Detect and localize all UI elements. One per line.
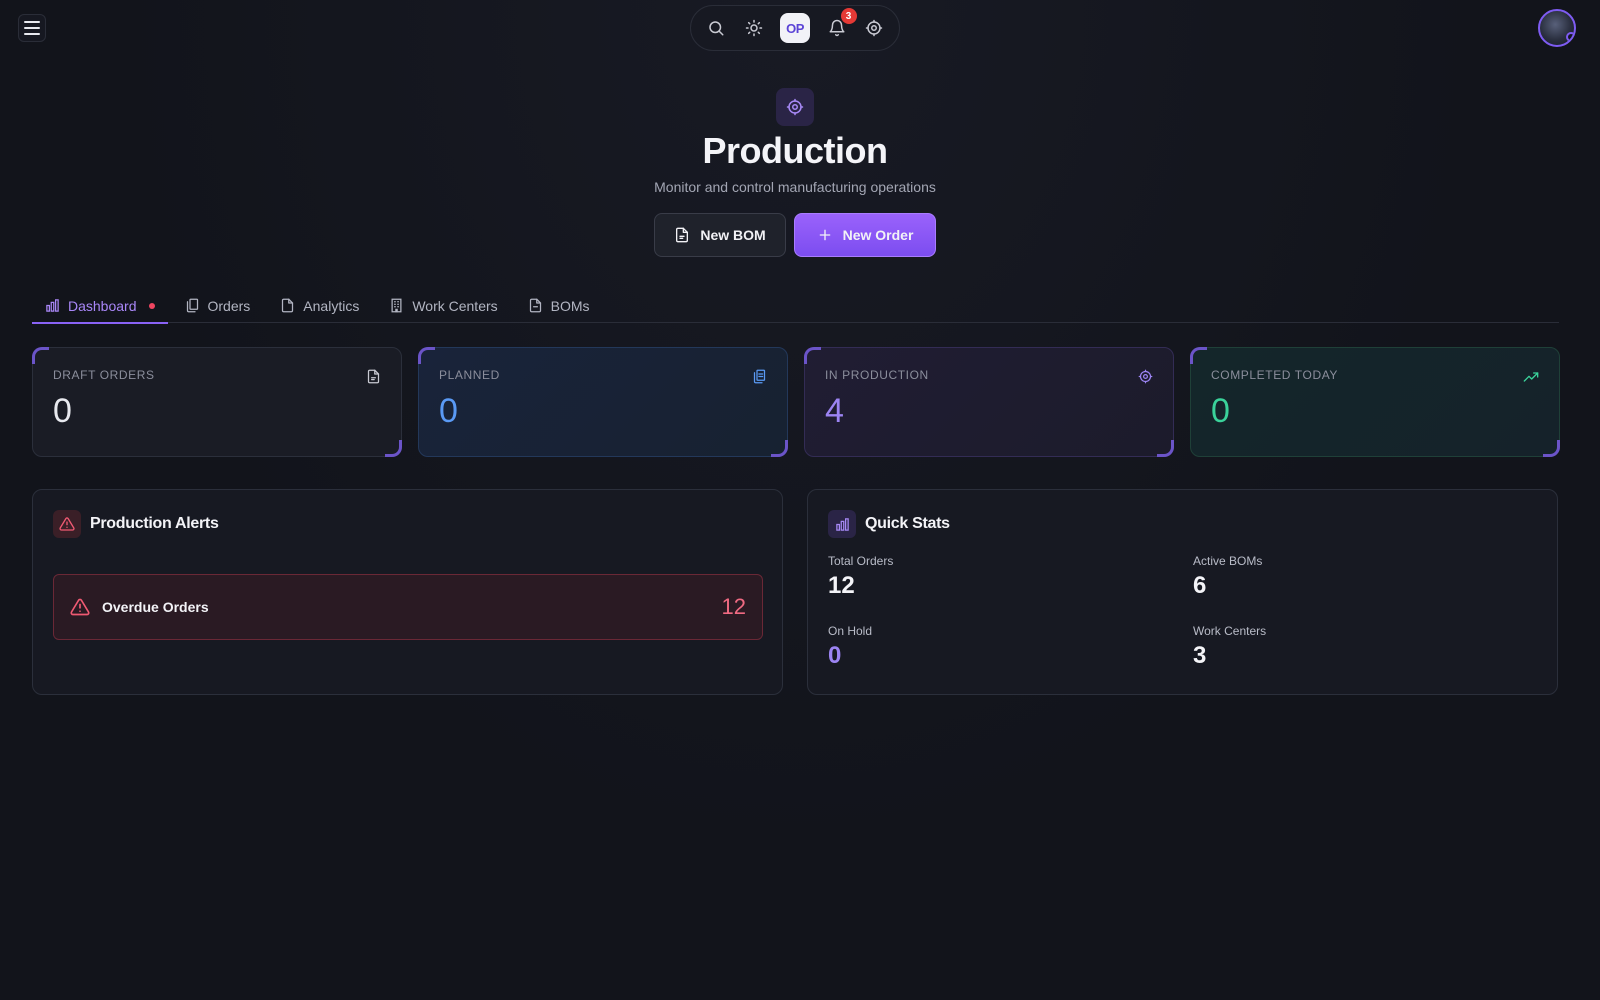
stat-card-planned[interactable]: Planned 0: [418, 347, 788, 457]
panel-header: Quick Stats: [828, 510, 950, 538]
stat-label: Draft Orders: [53, 368, 155, 382]
quick-stat-label: Work Centers: [1193, 624, 1267, 638]
quick-stat-value: 6: [1193, 572, 1207, 599]
bell-icon[interactable]: 3: [826, 8, 857, 39]
building-icon: [389, 298, 404, 313]
document-icon: [528, 298, 543, 313]
quick-stat-value: 0: [828, 642, 842, 669]
stat-label: In Production: [825, 368, 929, 382]
tab-bar: Dashboard Orders Analytics Work Centers …: [32, 288, 1559, 324]
quick-stat-label: Active BOMs: [1193, 554, 1263, 568]
quick-stat-label: Total Orders: [828, 554, 894, 568]
alert-overdue-orders[interactable]: Overdue Orders 12: [53, 574, 763, 640]
panel-title: Quick Stats: [865, 515, 950, 532]
stat-label: Completed Today: [1211, 368, 1339, 382]
quick-stat-active-boms: Active BOMs 6: [1193, 554, 1262, 600]
menu-line: [24, 27, 40, 29]
stat-value: 0: [1211, 392, 1230, 430]
stat-value: 0: [439, 392, 458, 430]
new-bom-button[interactable]: New BOM: [654, 213, 786, 257]
clipboard-icon: [752, 369, 767, 384]
stat-label: Planned: [439, 368, 500, 382]
stat-card-completed-today[interactable]: Completed Today 0: [1190, 347, 1560, 457]
gear-icon: [1138, 369, 1153, 384]
search-icon[interactable]: [705, 17, 727, 39]
stat-value: 4: [825, 392, 844, 430]
menu-line: [24, 21, 40, 23]
tab-label: Work Centers: [412, 297, 498, 314]
page-subtitle: Monitor and control manufacturing operat…: [654, 179, 936, 195]
tab-label: Orders: [207, 297, 251, 314]
stat-card-in-production[interactable]: In Production 4: [804, 347, 1174, 457]
panel-header: Production Alerts: [53, 510, 219, 538]
page-title: Production: [702, 130, 888, 171]
tab-label: BOMs: [550, 297, 590, 314]
menu-line: [24, 33, 40, 35]
notification-badge: 3: [840, 8, 857, 24]
tab-label: Dashboard: [68, 297, 137, 314]
app-logo[interactable]: OP: [780, 13, 810, 43]
document-icon: [366, 369, 381, 384]
warning-icon: [70, 597, 90, 617]
tab-label: Analytics: [303, 297, 360, 314]
gear-icon[interactable]: [863, 17, 885, 39]
alert-count: 12: [721, 594, 746, 619]
tab-analytics[interactable]: Analytics: [267, 288, 372, 323]
menu-button[interactable]: [18, 14, 46, 42]
bar-chart-icon: [828, 510, 856, 538]
new-order-label: New Order: [842, 227, 914, 243]
trending-up-icon: [1523, 369, 1539, 385]
panel-title: Production Alerts: [90, 515, 219, 532]
tab-boms[interactable]: BOMs: [515, 288, 603, 323]
document-icon: [674, 227, 690, 243]
tab-indicator-dot: [148, 302, 155, 309]
tab-work-centers[interactable]: Work Centers: [376, 288, 510, 323]
quick-stats-panel: Quick Stats Total Orders 12 Active BOMs …: [807, 489, 1558, 695]
new-order-button[interactable]: New Order: [794, 213, 936, 257]
production-alerts-panel: Production Alerts Overdue Orders 12: [32, 489, 783, 695]
top-toolbar: OP 3: [690, 5, 900, 51]
plus-icon: [817, 227, 833, 243]
stat-value: 0: [53, 392, 72, 430]
avatar[interactable]: [1538, 9, 1576, 47]
quick-stat-on-hold: On Hold 0: [828, 624, 872, 670]
alert-label: Overdue Orders: [102, 599, 209, 615]
stat-card-draft-orders[interactable]: Draft Orders 0: [32, 347, 402, 457]
clipboard-icon: [185, 298, 200, 313]
quick-stat-value: 3: [1193, 642, 1207, 669]
quick-stat-work-centers: Work Centers 3: [1193, 624, 1266, 670]
new-bom-label: New BOM: [700, 227, 766, 243]
quick-stat-total-orders: Total Orders 12: [828, 554, 893, 600]
quick-stat-value: 12: [828, 572, 855, 599]
sun-icon[interactable]: [743, 17, 765, 39]
gear-icon: [776, 88, 814, 126]
tab-orders[interactable]: Orders: [172, 288, 264, 323]
warning-icon: [53, 510, 81, 538]
file-icon: [280, 298, 295, 313]
bar-chart-icon: [45, 298, 60, 313]
tab-dashboard[interactable]: Dashboard: [32, 288, 168, 324]
avatar-status-dot: [1566, 32, 1574, 42]
quick-stat-label: On Hold: [828, 624, 873, 638]
